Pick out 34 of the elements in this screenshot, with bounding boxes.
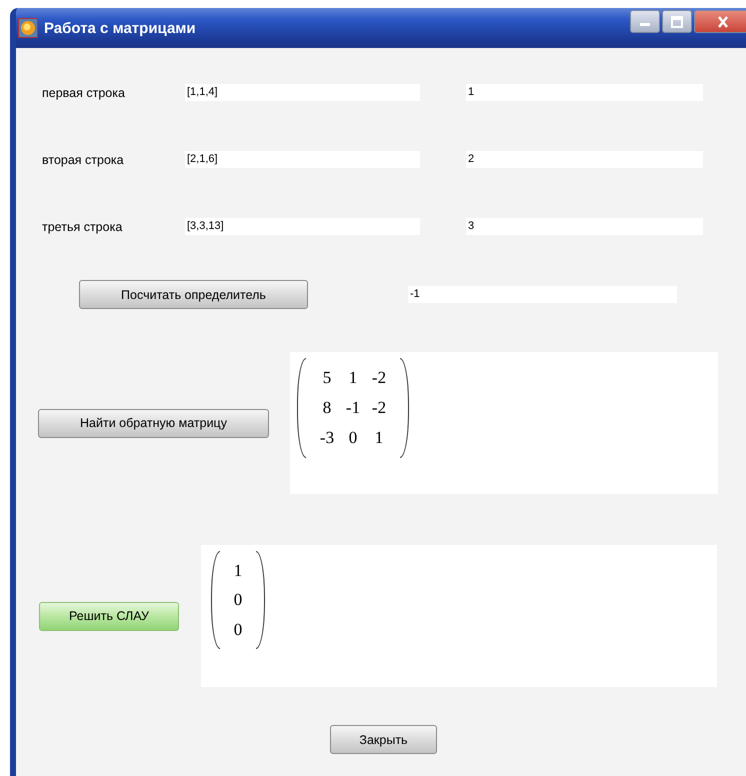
close-icon xyxy=(716,16,730,28)
free-term-field[interactable]: 1 xyxy=(466,84,703,101)
matrix-cell-text: -3 xyxy=(318,428,336,448)
solve-system-button[interactable]: Решить СЛАУ xyxy=(39,602,179,630)
determinant-button[interactable]: Посчитать определитель xyxy=(79,280,308,309)
row-label: вторая строка xyxy=(42,152,125,166)
vector-cell-text: 0 xyxy=(232,620,244,640)
coefficients-field[interactable]: [1,1,4] xyxy=(185,84,420,101)
close-button[interactable] xyxy=(694,10,746,33)
minimize-icon xyxy=(640,23,650,26)
free-term-field[interactable]: 2 xyxy=(466,151,703,168)
matrix-cell-text: 1 xyxy=(348,368,358,388)
matrix-cell-text: 0 xyxy=(348,428,358,448)
matrix-cell-text: 1 xyxy=(374,428,384,448)
coefficients-field[interactable]: [2,1,6] xyxy=(185,151,420,168)
app-icon xyxy=(18,18,38,38)
close-dialog-button[interactable]: Закрыть xyxy=(330,725,437,754)
vector-cell-text: 0 xyxy=(232,590,244,610)
matrix-cell-text: -1 xyxy=(344,398,362,418)
row-label: третья строка xyxy=(42,220,124,234)
matrix-cell-text: 8 xyxy=(322,398,332,418)
maximize-icon xyxy=(670,16,684,28)
matrix-cell-text: 5 xyxy=(322,368,332,388)
determinant-field[interactable]: -1 xyxy=(408,286,677,303)
inverse-matrix-button[interactable]: Найти обратную матрицу xyxy=(38,408,269,438)
coefficients-field[interactable]: [3,3,13] xyxy=(185,218,420,235)
minimize-button[interactable] xyxy=(630,10,660,33)
row-label: первая строка xyxy=(42,86,126,100)
free-term-field[interactable]: 3 xyxy=(466,218,703,235)
window-title: Работа с матрицами xyxy=(44,20,196,36)
vector-cell-text: 1 xyxy=(232,560,244,580)
maximize-button[interactable] xyxy=(662,10,692,33)
matrix-cell-text: -2 xyxy=(370,368,388,388)
matrix-cell-text: -2 xyxy=(370,398,388,418)
